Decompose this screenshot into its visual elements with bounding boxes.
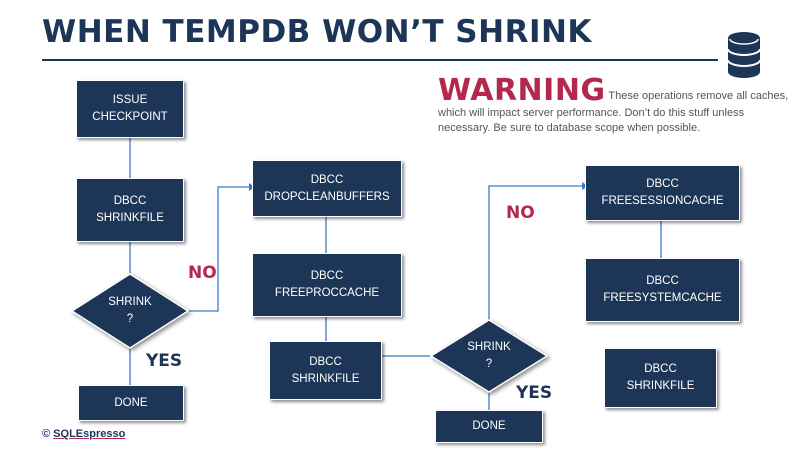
issue-checkpoint-box: ISSUE CHECKPOINT <box>76 80 184 138</box>
shrinkfile-box-3: DBCC SHRINKFILE <box>604 348 717 408</box>
no-label-2: NO <box>506 203 535 223</box>
freesystemcache-box: DBCC FREESYSTEMCACHE <box>585 258 740 322</box>
done-box-1: DONE <box>78 385 184 421</box>
shrink-decision-label-2: SHRINK ? <box>467 341 511 370</box>
freeproccache-box: DBCC FREEPROCCACHE <box>252 253 402 317</box>
shrinkfile-box-2: DBCC SHRINKFILE <box>269 341 382 400</box>
copyright-symbol: © <box>42 428 51 440</box>
brand-name: SQLEspresso <box>53 428 126 440</box>
done-box-2: DONE <box>435 410 543 443</box>
freesessioncache-box: DBCC FREESESSIONCACHE <box>585 165 740 221</box>
shrinkfile-box-1: DBCC SHRINKFILE <box>76 178 184 242</box>
yes-label-1: YES <box>146 351 183 371</box>
copyright-footer: © SQLEspresso <box>42 428 125 440</box>
no-label-1: NO <box>188 263 217 283</box>
dropcleanbuffers-box: DBCC DROPCLEANBUFFERS <box>252 160 402 217</box>
shrink-decision-label-1: SHRINK ? <box>108 296 152 325</box>
yes-label-2: YES <box>516 383 553 403</box>
